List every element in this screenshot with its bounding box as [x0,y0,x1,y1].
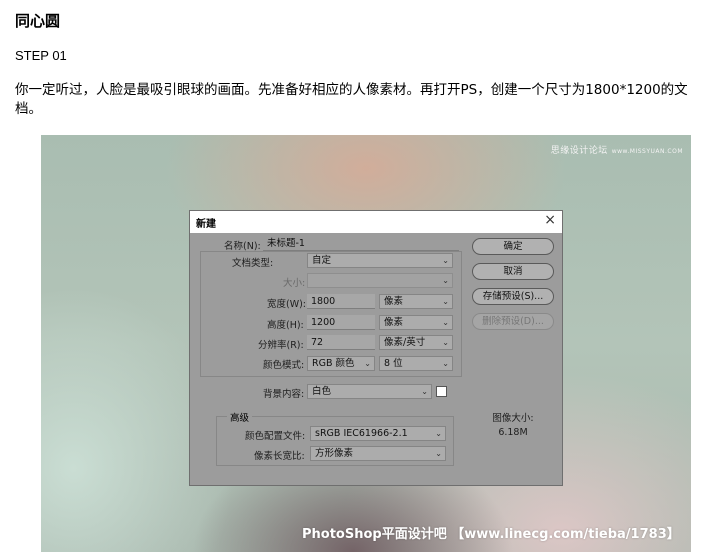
width-unit-select[interactable]: 像素 ⌄ [379,294,453,309]
doc-type-select[interactable]: 自定 ⌄ [307,253,453,268]
chevron-down-icon: ⌄ [442,318,449,327]
pixel-aspect-label: 像素长宽比: [254,451,305,462]
dialog-title: 新建 [196,219,216,230]
pixel-aspect-select[interactable]: 方形像素 ⌄ [310,446,446,461]
height-unit-select[interactable]: 像素 ⌄ [379,315,453,330]
background-label: 背景内容: [263,389,305,400]
watermark-top: 思缘设计论坛 www.MISSYUAN.COM [551,143,683,156]
article-title: 同心圆 [15,12,61,30]
watermark-site-name: 思缘设计论坛 [550,146,608,156]
chevron-down-icon: ⌄ [421,387,428,396]
intro-paragraph: 你一定听过，人脸是最吸引眼球的画面。先准备好相应的人像素材。再打开PS，创建一个… [15,82,688,117]
color-mode-select[interactable]: RGB 颜色 ⌄ [307,356,375,371]
bit-depth-select[interactable]: 8 位 ⌄ [379,356,453,371]
new-document-dialog: 新建 × 名称(N): 未标题-1 文档类型: 自定 ⌄ 大小: ⌄ 宽度(W):… [189,210,563,486]
watermark-bottom: PhotoShop平面设计吧 【www.linecg.com/tieba/178… [302,527,680,542]
background-color-swatch[interactable] [436,386,447,397]
chevron-down-icon: ⌄ [364,359,371,368]
height-label: 高度(H): [267,320,304,331]
size-select[interactable]: ⌄ [307,273,453,288]
resolution-label: 分辨率(R): [258,340,304,351]
height-input[interactable]: 1200 [307,315,375,330]
chevron-down-icon: ⌄ [442,338,449,347]
chevron-down-icon: ⌄ [442,256,449,265]
resolution-unit-select[interactable]: 像素/英寸 ⌄ [379,335,453,350]
doc-type-label: 文档类型: [232,258,274,269]
resolution-input[interactable]: 72 [307,335,375,350]
close-icon[interactable]: × [544,212,556,228]
width-label: 宽度(W): [267,299,307,310]
color-profile-label: 颜色配置文件: [245,431,306,442]
size-label: 大小: [283,278,306,289]
step-label: STEP 01 [15,48,67,63]
advanced-label: 高级 [227,410,253,424]
tutorial-screenshot: 思缘设计论坛 www.MISSYUAN.COM 新建 × 名称(N): 未标题-1… [41,135,691,552]
chevron-down-icon: ⌄ [442,297,449,306]
name-input[interactable]: 未标题-1 [263,236,459,251]
name-label: 名称(N): [224,241,261,252]
chevron-down-icon: ⌄ [442,359,449,368]
chevron-down-icon: ⌄ [442,276,449,285]
color-profile-select[interactable]: sRGB IEC61966-2.1 ⌄ [310,426,446,441]
image-size-label: 图像大小: [492,413,534,424]
image-size-value: 6.18M [498,427,528,438]
delete-preset-button[interactable]: 删除预设(D)... [472,313,554,330]
background-select[interactable]: 白色 ⌄ [307,384,432,399]
chevron-down-icon: ⌄ [435,449,442,458]
cancel-button[interactable]: 取消 [472,263,554,280]
color-mode-label: 颜色模式: [263,360,305,371]
chevron-down-icon: ⌄ [435,429,442,438]
ok-button[interactable]: 确定 [472,238,554,255]
save-preset-button[interactable]: 存储预设(S)... [472,288,554,305]
dialog-titlebar: 新建 × [190,211,562,233]
width-input[interactable]: 1800 [307,294,375,309]
watermark-site-url: www.MISSYUAN.COM [611,148,683,155]
